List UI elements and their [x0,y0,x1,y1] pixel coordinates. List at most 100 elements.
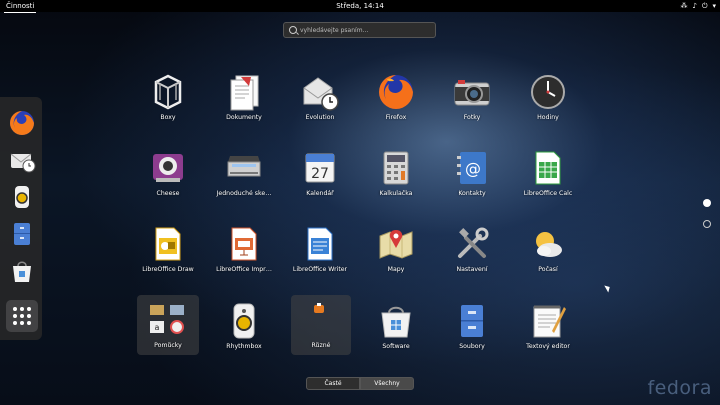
rhythmbox-icon [224,301,264,341]
page-indicator-active[interactable] [703,199,711,207]
files-icon [452,301,492,341]
settings-icon [452,224,492,264]
rhythmbox-icon [15,186,29,208]
network-icon[interactable]: ⁂ [680,0,687,12]
sundry-folder-icon [301,299,341,339]
app-dokumenty[interactable]: Dokumenty [210,66,278,130]
app-libreoffice-impress[interactable]: LibreOffice Impr… [210,218,278,282]
app-hodiny[interactable]: Hodiny [514,66,582,130]
calculator-icon [376,148,416,188]
utilities-folder-icon: a [148,299,188,339]
app-label: LibreOffice Writer [292,266,348,273]
dash-item-software[interactable] [6,255,38,287]
app-label: Kontakty [458,190,486,197]
app-label: Počasí [538,266,558,273]
dash-item-rhythmbox[interactable] [6,181,38,213]
app-kalendar[interactable]: 27 Kalendář [286,142,354,206]
scanner-icon [224,148,264,188]
app-label: LibreOffice Draw [142,266,194,273]
app-label: Rhythmbox [226,343,262,350]
apps-grid-icon [13,307,31,325]
app-label: Kalendář [306,190,334,197]
contacts-icon: @ [452,148,492,188]
clocks-icon [528,72,568,112]
page-indicator[interactable] [703,220,711,228]
view-switcher: Časté Všechny [306,377,414,390]
libreoffice-calc-icon [528,148,568,188]
evolution-icon [300,72,340,112]
app-label: Jednoduché ske… [216,190,272,197]
dash-item-firefox[interactable] [6,107,38,139]
text-editor-icon [528,301,568,341]
boxes-icon [148,72,188,112]
app-kalkulacka[interactable]: Kalkulačka [362,142,430,206]
system-status-area[interactable]: ⁂ ♪ ⏻ ▾ [680,0,716,12]
app-libreoffice-draw[interactable]: LibreOffice Draw [134,218,202,282]
app-label: LibreOffice Impr… [216,266,272,273]
frequent-button[interactable]: Časté [306,377,360,390]
app-textovy-editor[interactable]: Textový editor [514,295,582,359]
clock-label[interactable]: Středa, 14:14 [336,0,384,12]
clock[interactable]: Středa, 14:14 [0,0,720,12]
calendar-icon: 27 [300,148,340,188]
libreoffice-draw-icon [148,224,188,264]
show-applications-button[interactable] [6,300,38,332]
maps-icon [376,224,416,264]
evolution-icon [10,153,36,173]
app-label: Mapy [387,266,405,273]
app-kontakty[interactable]: @ Kontakty [438,142,506,206]
all-button[interactable]: Všechny [360,377,414,390]
app-evolution[interactable]: Evolution [286,66,354,130]
app-nastaveni[interactable]: Nastavení [438,218,506,282]
app-label: Textový editor [526,343,570,350]
search-icon [289,26,297,34]
app-label: Kalkulačka [379,190,413,197]
dash-item-evolution[interactable] [6,144,38,176]
app-label: Boxy [160,114,176,121]
libreoffice-impress-icon [224,224,264,264]
app-cheese[interactable]: Cheese [134,142,202,206]
dash [0,97,42,340]
software-icon [376,301,416,341]
top-bar: Činnosti Středa, 14:14 ⁂ ♪ ⏻ ▾ [0,0,720,13]
chevron-down-icon[interactable]: ▾ [712,0,716,12]
app-libreoffice-writer[interactable]: LibreOffice Writer [286,218,354,282]
photos-icon [452,72,492,112]
files-icon [14,223,30,245]
power-icon[interactable]: ⏻ [702,0,708,12]
app-label: Nastavení [456,266,488,273]
app-label: Evolution [305,114,335,121]
app-label: LibreOffice Calc [523,190,573,197]
svg-text:a: a [155,323,160,332]
app-firefox[interactable]: Firefox [362,66,430,130]
app-boxy[interactable]: Boxy [134,66,202,130]
app-label: Hodiny [537,114,559,121]
app-label: Software [382,343,410,350]
app-fotky[interactable]: Fotky [438,66,506,130]
app-pocasi[interactable]: Počasí [514,218,582,282]
svg-text:@: @ [465,159,481,178]
search-box[interactable] [283,22,436,38]
app-rhythmbox[interactable]: Rhythmbox [210,295,278,359]
weather-icon [528,224,568,264]
cheese-icon [148,148,188,188]
app-label: Firefox [385,114,407,121]
app-mapy[interactable]: Mapy [362,218,430,282]
fedora-logo: fedora [647,377,712,399]
dash-item-files[interactable] [6,218,38,250]
app-label: Dokumenty [226,114,262,121]
firefox-icon [10,111,34,135]
documents-icon [224,72,264,112]
app-jednoduche-skenovani[interactable]: Jednoduché ske… [210,142,278,206]
search-input[interactable] [300,23,432,37]
folder-pomucky[interactable]: a Pomůcky [137,295,199,355]
folder-ruzne[interactable]: Různé [291,295,351,355]
calendar-day: 27 [311,166,329,182]
app-libreoffice-calc[interactable]: LibreOffice Calc [514,142,582,206]
app-label: Soubory [459,343,485,350]
app-soubory[interactable]: Soubory [438,295,506,359]
app-software[interactable]: Software [362,295,430,359]
volume-icon[interactable]: ♪ [692,0,696,12]
app-label: Fotky [463,114,481,121]
app-label: Cheese [156,190,180,197]
